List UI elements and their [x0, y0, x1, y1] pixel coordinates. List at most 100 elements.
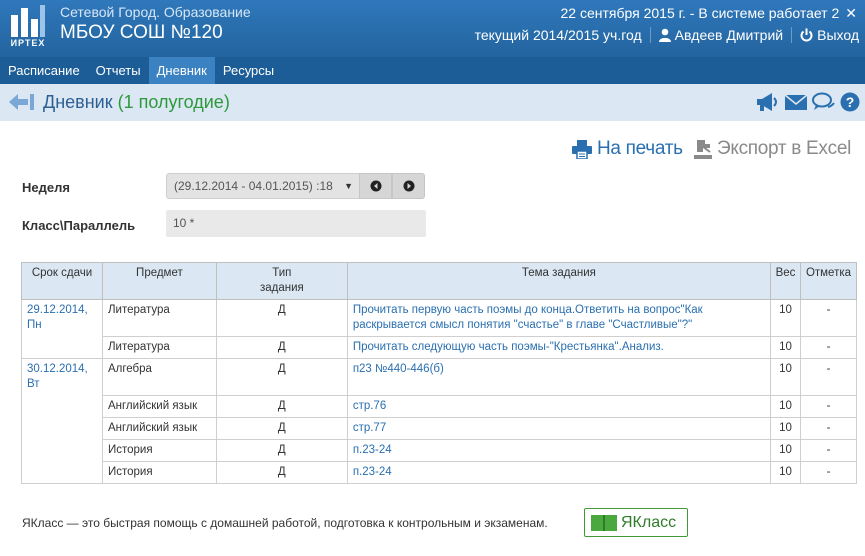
circle-arrow-left-icon	[370, 180, 381, 192]
table-row: История Д п.23-24 10 -	[21, 460, 858, 484]
task-link[interactable]: п23 №440-446(б)	[353, 363, 444, 375]
task-type: Д	[215, 336, 348, 359]
envelope-icon[interactable]	[784, 92, 808, 117]
user-name: Авдеев Дмитрий	[674, 27, 784, 43]
user-bar: текущий 2014/2015 уч.год Авдеев Дмитрий …	[475, 27, 859, 43]
yaklass-button[interactable]: ЯКласс	[584, 508, 688, 537]
task-link[interactable]: Прочитать первую часть поэмы до конца.От…	[353, 304, 703, 331]
excel-export-button[interactable]: Экспорт в Excel	[694, 138, 851, 160]
table-row: Английский язык Д стр.76 10 -	[21, 394, 858, 418]
week-select[interactable]: (29.12.2014 - 04.01.2015) :18 ▼	[166, 173, 360, 199]
yaklass-label: ЯКласс	[621, 513, 677, 531]
book-icon	[591, 514, 617, 531]
task-link[interactable]: Прочитать следующую часть поэмы-"Крестья…	[353, 341, 664, 353]
task-link[interactable]: стр.77	[353, 422, 386, 434]
col-topic: Тема задания	[346, 262, 771, 300]
weight: 10	[769, 416, 801, 440]
task-topic[interactable]: п.23-24	[346, 460, 771, 484]
system-status: 22 сентября 2015 г. - В системе работает…	[561, 5, 858, 22]
title-icons: ?	[756, 92, 860, 117]
logout-link[interactable]: Выход	[800, 27, 859, 43]
mark: -	[799, 438, 858, 462]
task-topic[interactable]: п23 №440-446(б)	[346, 358, 771, 396]
subject: История	[101, 460, 217, 484]
due-date-link[interactable]: 29.12.2014, Пн	[27, 304, 88, 331]
task-type: Д	[215, 460, 348, 484]
task-type: Д	[215, 358, 348, 396]
school-year[interactable]: текущий 2014/2015 уч.год	[475, 27, 642, 43]
next-week-button[interactable]	[392, 173, 425, 199]
table-row: История Д п.23-24 10 -	[21, 438, 858, 462]
top-header: ИРТЕХ Сетевой Город. Образование МБОУ СО…	[0, 0, 865, 57]
table-header: Срок сдачи Предмет Тип задания Тема зада…	[21, 262, 858, 300]
printer-icon	[572, 139, 592, 159]
col-mark: Отметка	[799, 262, 858, 300]
due-date[interactable]: 30.12.2014, Вт	[21, 358, 103, 395]
export-icon	[694, 139, 712, 159]
task-type: Д	[215, 299, 348, 337]
mark: -	[799, 358, 858, 396]
mark: -	[799, 394, 858, 418]
app-name: Сетевой Город. Образование	[60, 4, 251, 20]
page-period: (1 полугодие)	[117, 92, 230, 112]
table-row: Английский язык Д стр.77 10 -	[21, 416, 858, 440]
col-subject: Предмет	[101, 262, 217, 300]
subject: Алгебра	[101, 358, 217, 396]
task-link[interactable]: п.23-24	[353, 466, 392, 478]
nav-resources[interactable]: Ресурсы	[215, 57, 282, 84]
due-date	[21, 395, 103, 417]
col-type: Тип задания	[215, 262, 348, 300]
page-title: Дневник (1 полугодие)	[43, 92, 230, 113]
task-link[interactable]: п.23-24	[353, 444, 392, 456]
table-row: 30.12.2014, Вт Алгебра Д п23 №440-446(б)…	[21, 358, 858, 396]
due-date[interactable]: 29.12.2014, Пн	[21, 299, 103, 337]
task-topic[interactable]: п.23-24	[346, 438, 771, 462]
main-nav: Расписание Отчеты Дневник Ресурсы	[0, 57, 865, 84]
question-icon[interactable]: ?	[840, 92, 860, 117]
nav-schedule[interactable]: Расписание	[0, 57, 88, 84]
subject: Литература	[101, 336, 217, 359]
table-row: 29.12.2014, Пн Литература Д Прочитать пе…	[21, 299, 858, 337]
prev-week-button[interactable]	[359, 173, 392, 199]
weight: 10	[769, 394, 801, 418]
logout-label: Выход	[817, 27, 859, 43]
week-value: (29.12.2014 - 04.01.2015) :18	[174, 179, 333, 193]
nav-diary[interactable]: Дневник	[148, 57, 215, 84]
weight: 10	[769, 358, 801, 396]
megaphone-icon[interactable]	[756, 92, 780, 117]
subject: Английский язык	[101, 416, 217, 440]
close-icon[interactable]: ✕	[845, 5, 857, 21]
user-icon	[658, 28, 671, 42]
print-button[interactable]: На печать	[572, 138, 683, 160]
power-icon	[800, 28, 813, 42]
title-bar: Дневник (1 полугодие) ?	[0, 84, 865, 121]
task-topic[interactable]: стр.77	[346, 416, 771, 440]
weight: 10	[769, 438, 801, 462]
due-date	[21, 439, 103, 461]
user-link[interactable]: Авдеев Дмитрий	[658, 27, 784, 43]
diary-table: Срок сдачи Предмет Тип задания Тема зада…	[21, 262, 858, 484]
mark: -	[799, 336, 858, 359]
col-weight: Вес	[769, 262, 801, 300]
excel-label: Экспорт в Excel	[717, 138, 852, 159]
divider	[649, 27, 651, 43]
chat-icon[interactable]	[812, 92, 836, 117]
school-name: МБОУ СОШ №120	[60, 22, 223, 43]
task-link[interactable]: стр.76	[353, 400, 386, 412]
task-type: Д	[215, 438, 348, 462]
nav-reports[interactable]: Отчеты	[88, 57, 149, 84]
task-topic[interactable]: стр.76	[346, 394, 771, 418]
yaklass-promo-text: ЯКласс — это быстрая помощь с домашней р…	[22, 516, 548, 530]
task-topic[interactable]: Прочитать следующую часть поэмы-"Крестья…	[346, 336, 771, 359]
due-date-link[interactable]: 30.12.2014, Вт	[27, 363, 88, 390]
class-label: Класс\Параллель	[22, 218, 136, 233]
due-date	[21, 461, 103, 484]
week-label: Неделя	[22, 180, 70, 195]
print-label: На печать	[597, 138, 683, 159]
due-date	[21, 336, 103, 359]
task-topic[interactable]: Прочитать первую часть поэмы до конца.От…	[346, 299, 771, 337]
arrow-left-icon[interactable]	[9, 93, 35, 111]
mark: -	[799, 299, 858, 337]
col-date: Срок сдачи	[21, 262, 103, 300]
system-status-text: 22 сентября 2015 г. - В системе работает…	[560, 5, 840, 21]
